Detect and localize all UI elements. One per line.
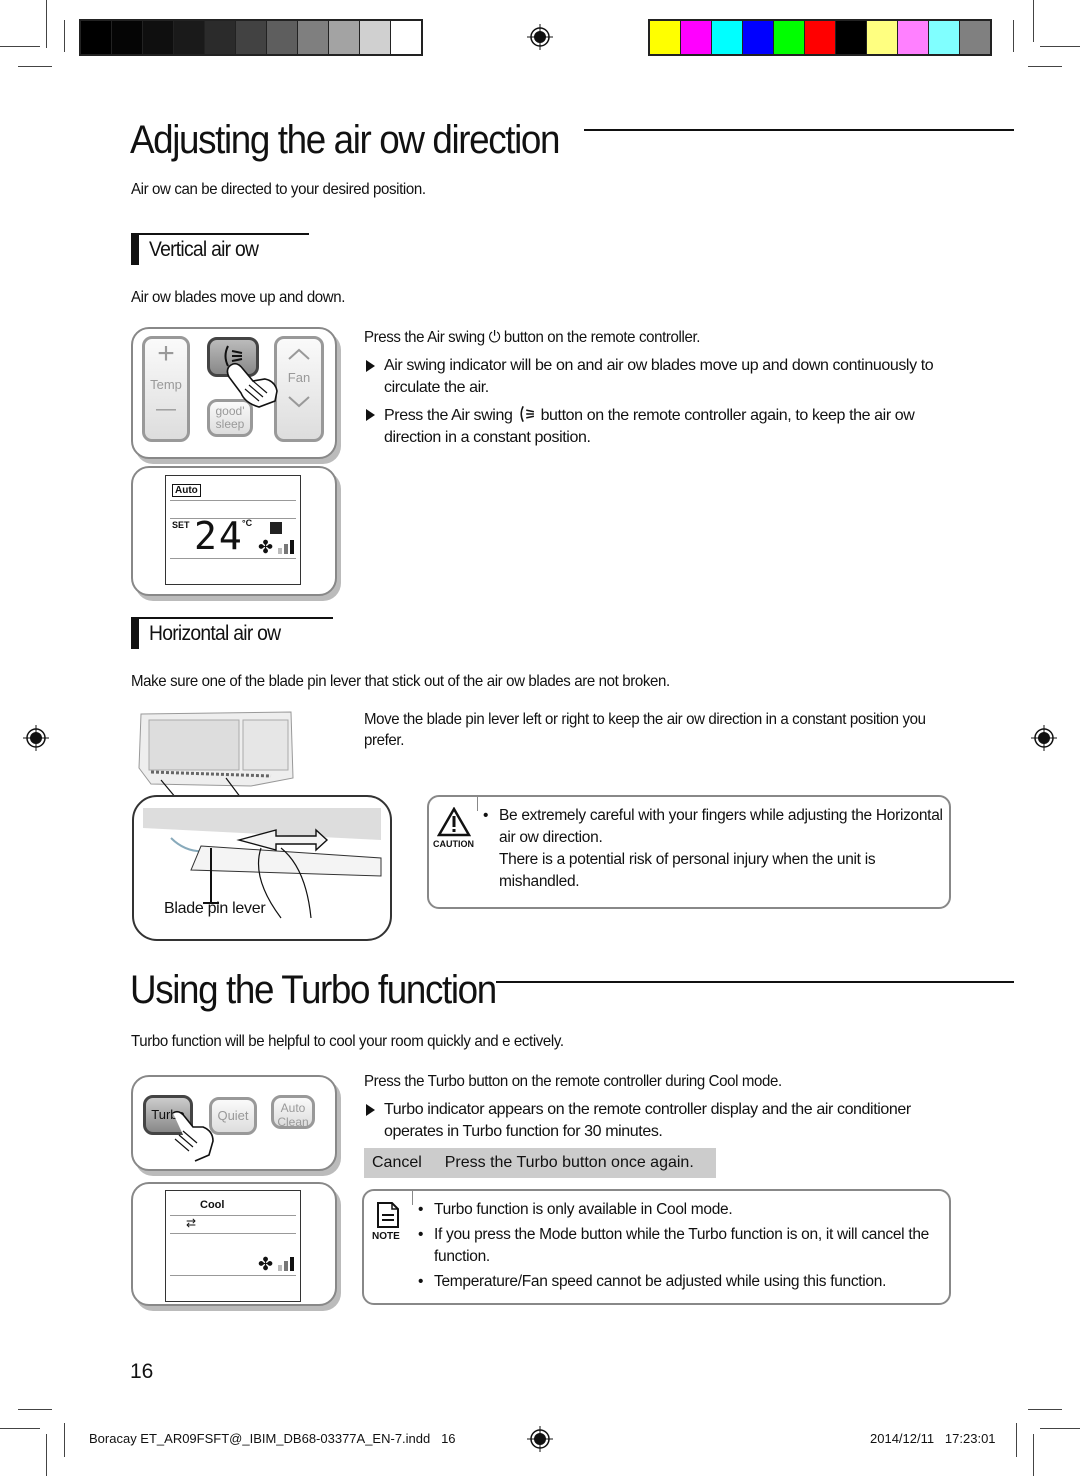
note-box: NOTE • Turbo function is only available i… (362, 1189, 951, 1305)
color-swatch (174, 21, 204, 54)
color-swatch (960, 21, 990, 54)
color-swatch (205, 21, 235, 54)
color-swatch (650, 21, 680, 54)
grayscale-calibration-bar (79, 19, 423, 56)
vertical-instruction: Press the Air swing ⏻ button on the remo… (364, 329, 701, 346)
temperature-unit: °C (242, 518, 253, 528)
turbo-indicator-icon: ⇄ (186, 1216, 197, 1230)
registration-mark-icon (1031, 725, 1057, 751)
fan-speed-bars (278, 1257, 294, 1271)
title-rule (496, 981, 1014, 983)
cancel-label: Cancel (372, 1154, 422, 1171)
pressing-hand-icon (172, 1110, 214, 1162)
vertical-desc: Air ow blades move up and down. (131, 289, 346, 306)
horizontal-desc: Make sure one of the blade pin lever tha… (131, 673, 670, 690)
note-icon (377, 1202, 399, 1228)
subheading-horizontal-label: Horizontal air ow (149, 622, 281, 645)
caution-label: CAUTION (433, 839, 474, 849)
mode-indicator: Auto (172, 484, 201, 497)
section-title-turbo: Using the Turbo function (130, 968, 497, 1012)
remote-display-illustration: Auto SET 24 °C ✤ (131, 466, 337, 596)
subheading-vertical-label: Vertical air ow (149, 238, 259, 261)
registration-mark-icon (527, 1426, 553, 1452)
color-swatch (681, 21, 711, 54)
power-icon: ⏻ (488, 329, 501, 346)
print-timestamp: 2014/12/11 17:23:01 (870, 1431, 996, 1446)
blade-pin-lever-label: Blade pin lever (164, 900, 266, 917)
turbo-display-illustration: Cool ⇄ ✤ (131, 1182, 337, 1306)
color-swatch (774, 21, 804, 54)
color-swatch (805, 21, 835, 54)
turbo-instruction: Press the Turbo button on the remote con… (364, 1073, 782, 1090)
caution-box: CAUTION • Be extremely careful with your … (427, 795, 951, 909)
color-swatch (898, 21, 928, 54)
airflow-intro: Air ow can be directed to your desired p… (131, 181, 426, 198)
color-swatch (112, 21, 142, 54)
note-item: • Temperature/Fan speed cannot be adjuste… (418, 1273, 887, 1290)
color-swatch (329, 21, 359, 54)
color-swatch (81, 21, 111, 54)
remote-buttons-illustration: + Temp — good' sleep Fan (131, 327, 337, 459)
page-number: 16 (130, 1360, 154, 1383)
cancel-text: Press the Turbo button once again. (444, 1154, 694, 1171)
mode-indicator: Cool (200, 1199, 225, 1211)
registration-mark-icon (527, 24, 553, 50)
pressing-hand-icon (226, 362, 278, 408)
caution-icon (437, 807, 471, 837)
color-swatch (143, 21, 173, 54)
turbo-remote-illustration: Turbo Quiet Auto Clean (131, 1075, 337, 1171)
note-list: • Turbo function is only available in Coo… (418, 1199, 938, 1296)
fan-speed-bars (278, 540, 294, 554)
section-title-airflow: Adjusting the air ow direction (130, 118, 560, 162)
temperature-readout: 24 (194, 514, 244, 558)
turbo-intro: Turbo function will be helpful to cool y… (131, 1033, 564, 1050)
note-item: • Turbo function is only available in Coo… (418, 1201, 733, 1218)
color-swatch (867, 21, 897, 54)
auto-clean-button: Auto Clean (271, 1095, 315, 1129)
swing-indicator-icon (270, 522, 282, 534)
note-label: NOTE (372, 1231, 400, 1242)
color-swatch (391, 21, 421, 54)
lcd-screen: Cool ⇄ ✤ (165, 1190, 301, 1302)
cancel-banner: Cancel Press the Turbo button once again… (364, 1148, 716, 1178)
color-swatch (267, 21, 297, 54)
set-label: SET (172, 520, 190, 530)
color-swatch (712, 21, 742, 54)
color-swatch (743, 21, 773, 54)
temp-button: + Temp — (142, 336, 190, 442)
fan-icon: ✤ (258, 1254, 274, 1274)
color-calibration-bar (648, 19, 992, 56)
fan-icon: ✤ (258, 537, 274, 557)
air-swing-icon (519, 405, 534, 423)
color-swatch (836, 21, 866, 54)
note-item: • If you press the Mode button while the … (418, 1226, 929, 1265)
caution-text: • Be extremely careful with your fingers … (483, 807, 943, 890)
registration-mark-icon (23, 725, 49, 751)
color-swatch (298, 21, 328, 54)
file-info: Boracay ET_AR09FSFT@_IBIM_DB68-03377A_EN… (89, 1431, 456, 1446)
color-swatch (360, 21, 390, 54)
color-swatch (236, 21, 266, 54)
color-swatch (929, 21, 959, 54)
horizontal-instruction: Move the blade pin lever left or right t… (364, 711, 926, 749)
title-rule (584, 129, 1014, 131)
lcd-screen: Auto SET 24 °C ✤ (165, 475, 301, 585)
